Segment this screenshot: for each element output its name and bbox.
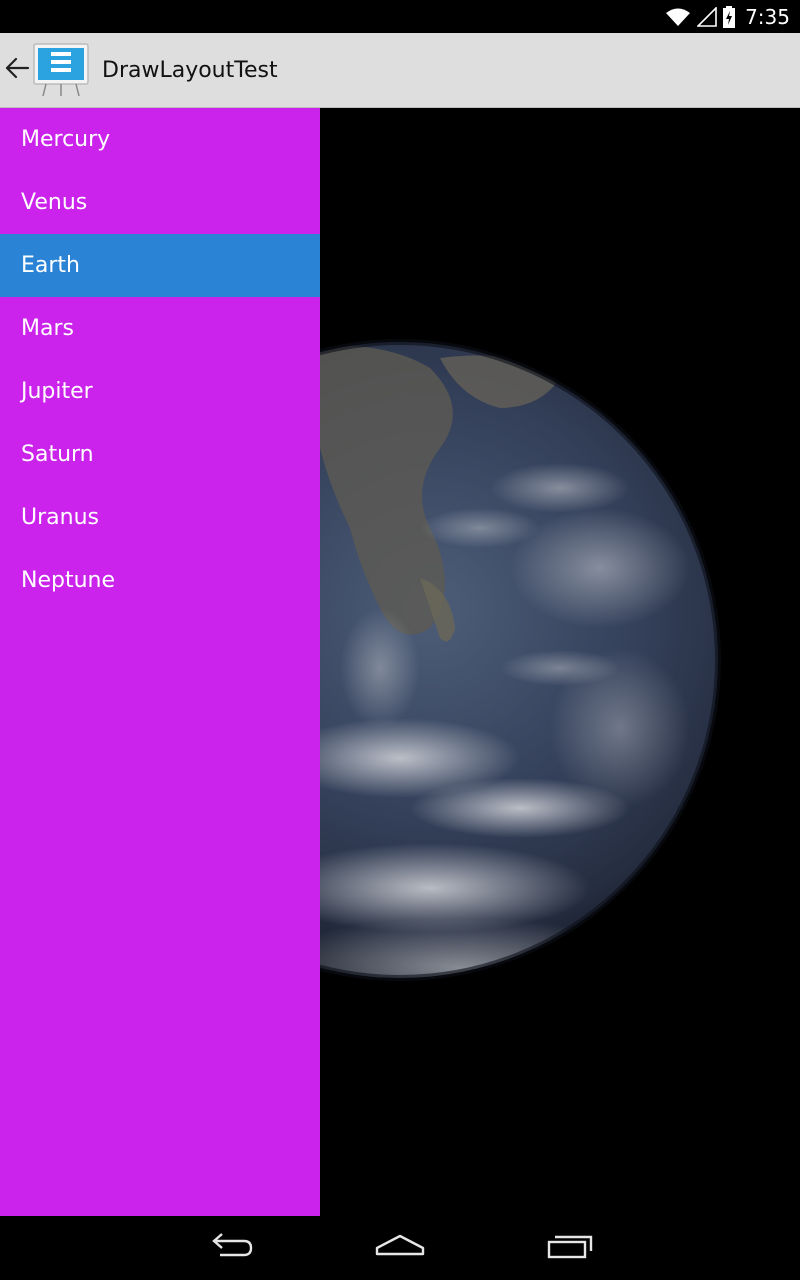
- drawer-item-uranus[interactable]: Uranus: [0, 486, 320, 549]
- drawer-item-label: Mars: [21, 316, 74, 341]
- navigation-drawer: Mercury Venus Earth Mars Jupiter Saturn …: [0, 108, 320, 1216]
- status-time: 7:35: [745, 4, 790, 29]
- wifi-icon: [665, 7, 691, 27]
- drawer-item-label: Neptune: [21, 568, 116, 593]
- drawer-item-mars[interactable]: Mars: [0, 297, 320, 360]
- status-bar: 7:35: [0, 0, 800, 33]
- up-button[interactable]: [0, 33, 92, 108]
- drawer-item-mercury[interactable]: Mercury: [0, 108, 320, 171]
- action-bar: DrawLayoutTest: [0, 33, 800, 108]
- drawer-item-earth[interactable]: Earth: [0, 234, 320, 297]
- recents-icon: [546, 1232, 594, 1264]
- drawer-item-label: Mercury: [21, 127, 111, 152]
- battery-charging-icon: [723, 5, 736, 28]
- nav-home-button[interactable]: [365, 1223, 435, 1273]
- drawer-item-label: Venus: [21, 190, 88, 215]
- signal-icon: [697, 6, 717, 27]
- drawer-item-label: Uranus: [21, 505, 99, 530]
- presentation-board-icon: [30, 41, 92, 99]
- arrow-left-icon: [4, 55, 30, 85]
- drawer-item-jupiter[interactable]: Jupiter: [0, 360, 320, 423]
- nav-back-button[interactable]: [195, 1223, 265, 1273]
- drawer-item-neptune[interactable]: Neptune: [0, 549, 320, 612]
- drawer-item-label: Earth: [21, 253, 80, 278]
- drawer-item-label: Jupiter: [21, 379, 93, 404]
- home-icon: [374, 1233, 426, 1263]
- back-icon: [206, 1231, 254, 1265]
- drawer-item-venus[interactable]: Venus: [0, 171, 320, 234]
- app-title: DrawLayoutTest: [102, 57, 278, 83]
- drawer-item-label: Saturn: [21, 442, 94, 467]
- nav-recents-button[interactable]: [535, 1223, 605, 1273]
- system-nav-bar: [0, 1216, 800, 1280]
- drawer-item-saturn[interactable]: Saturn: [0, 423, 320, 486]
